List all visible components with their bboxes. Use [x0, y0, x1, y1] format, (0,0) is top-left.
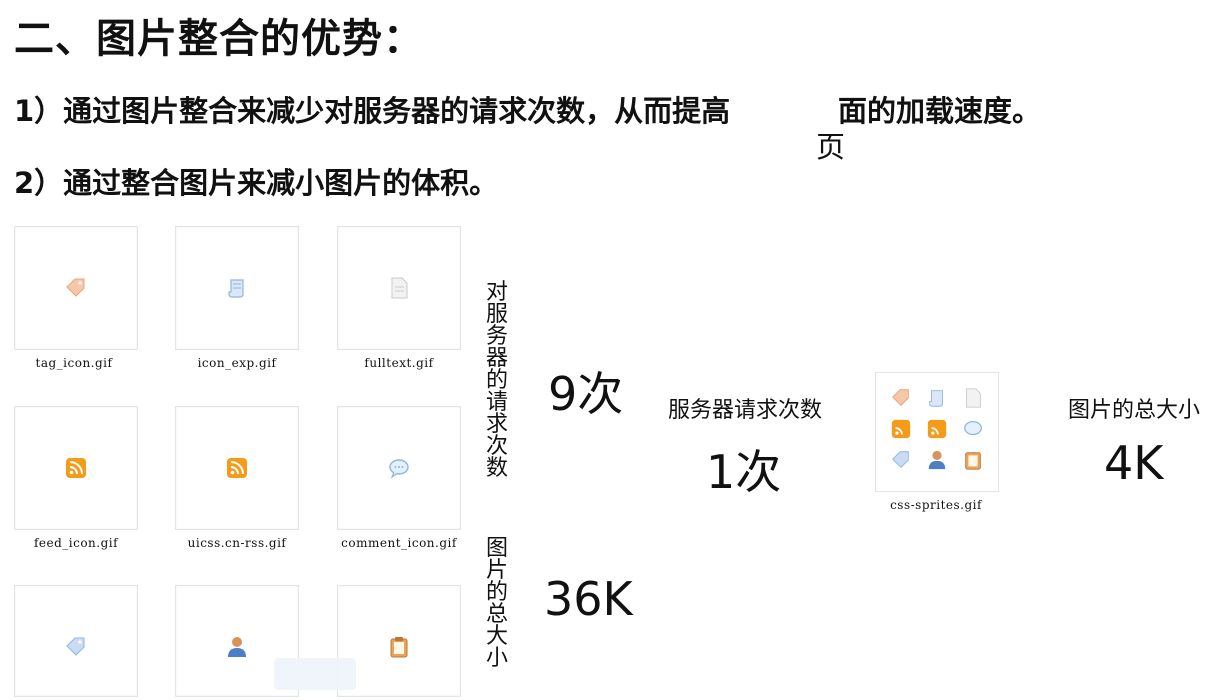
filename-label: uicss.cn-rss.gif — [187, 536, 287, 550]
tag-icon — [892, 451, 909, 468]
requests-before-value: 9次 — [548, 367, 624, 421]
user-icon — [928, 450, 946, 470]
size-after-label: 图片的总大小 — [1068, 398, 1201, 423]
filename-label: tag_icon.gif — [35, 356, 113, 370]
clipboard-icon — [965, 452, 981, 470]
section-heading: 二、图片整合的优势： — [14, 16, 424, 62]
requests-after-value: 1次 — [706, 445, 782, 499]
comment-icon — [389, 459, 409, 479]
thumb-tag-icon — [14, 226, 138, 350]
overlay-highlight — [274, 658, 356, 690]
clipboard-icon — [390, 636, 408, 657]
tag-icon — [892, 389, 909, 406]
filename-label: feed_icon.gif — [33, 536, 119, 550]
vertical-label-requests: 对服务器的请求次数 — [485, 280, 508, 481]
thumb-feed-icon — [14, 406, 138, 530]
thumb-fulltext — [337, 226, 461, 350]
point-2-text: 2）通过整合图片来减小图片的体积。 — [14, 166, 499, 200]
point-1-text: 1）通过图片整合来减少对服务器的请求次数，从而提高 — [14, 94, 731, 128]
point-1-text-end: 面的加载速度。 — [838, 94, 1042, 128]
filename-label: comment_icon.gif — [341, 536, 457, 550]
vertical-label-size: 图片的总大小 — [485, 536, 508, 671]
scroll-icon — [929, 390, 943, 407]
rss-icon — [66, 458, 86, 478]
user-icon — [228, 636, 246, 657]
size-after-value: 4K — [1104, 436, 1164, 490]
thumb-icon-exp — [175, 226, 299, 350]
document-icon — [391, 277, 408, 299]
sprite-image — [875, 372, 999, 492]
requests-after-label: 服务器请求次数 — [668, 398, 823, 423]
thumb-tag-blue — [14, 585, 138, 697]
rss-icon — [227, 458, 247, 478]
size-before-value: 36K — [544, 572, 633, 626]
comment-icon — [964, 421, 982, 436]
sprite-filename: css-sprites.gif — [890, 498, 982, 512]
tag-icon — [66, 278, 85, 297]
thumb-uicss-rss — [175, 406, 299, 530]
rss-icon — [891, 419, 911, 439]
annotation-ye: 页 — [816, 130, 846, 164]
thumb-comment-icon — [337, 406, 461, 530]
scroll-icon — [228, 279, 244, 298]
filename-label: icon_exp.gif — [197, 356, 277, 370]
document-icon — [966, 388, 981, 408]
tag-icon — [66, 637, 85, 656]
rss-icon — [927, 419, 947, 439]
filename-label: fulltext.gif — [364, 356, 434, 370]
